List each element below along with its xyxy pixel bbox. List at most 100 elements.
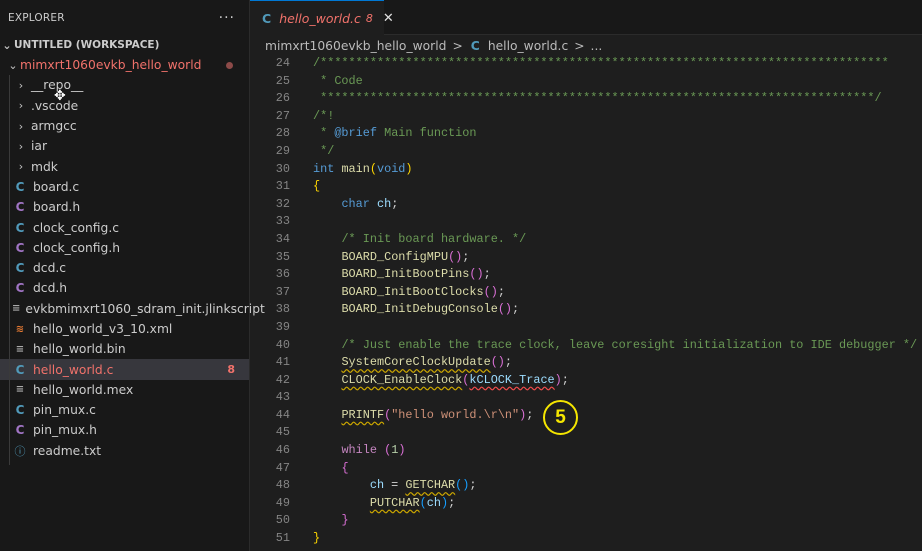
- code-token: ): [554, 372, 562, 387]
- code-token: SystemCoreClockUpdate: [341, 355, 491, 370]
- line-number: 47: [275, 460, 290, 475]
- code-token: ;: [526, 407, 534, 422]
- code-token: ): [440, 495, 449, 510]
- line-number: 35: [275, 249, 290, 264]
- tree-item[interactable]: ≡ hello_world.bin: [0, 339, 249, 359]
- code-text: int main(void): [313, 161, 413, 179]
- code-token: ****************************************…: [313, 91, 882, 106]
- code-token: (: [419, 495, 427, 510]
- line-number: 44: [275, 407, 290, 422]
- code-line: 29 */: [250, 143, 922, 161]
- code-line: 44 PRINTF("hello world.\r\n");: [250, 407, 922, 425]
- tree-item[interactable]: Chello_world.c 8: [0, 359, 249, 380]
- code-editor[interactable]: 24 /*************************************…: [250, 55, 922, 551]
- code-token: }: [313, 531, 321, 546]
- code-token: GETCHAR: [405, 478, 456, 493]
- line-number: 39: [275, 319, 290, 334]
- tree-item-label: iar: [31, 139, 48, 154]
- code-token: (): [448, 249, 463, 264]
- code-line: 50 }: [250, 512, 922, 530]
- code-text: ch = GETCHAR();: [313, 477, 477, 495]
- line-number: 46: [275, 443, 290, 458]
- tree-item[interactable]: › .vscode: [0, 96, 249, 116]
- line-number: 36: [275, 267, 290, 282]
- tree-item[interactable]: › armgcc: [0, 116, 249, 136]
- folder-root[interactable]: ⌄ mimxrt1060evkb_hello_world: [0, 55, 249, 75]
- tree-item[interactable]: Cpin_mux.c: [0, 400, 249, 420]
- line-number: 48: [275, 478, 290, 493]
- code-text: {: [313, 460, 348, 478]
- code-token: =: [384, 478, 406, 493]
- line-number: 50: [275, 513, 290, 528]
- code-text: BOARD_InitBootPins();: [313, 266, 490, 284]
- tab-problem-count: 8: [365, 11, 373, 25]
- tab-hello-world-c[interactable]: C hello_world.c 8 ✕: [250, 0, 394, 35]
- code-line: 39: [250, 319, 922, 337]
- code-line: 34 /* Init board hardware. */: [250, 231, 922, 249]
- more-actions-icon[interactable]: ···: [219, 10, 241, 26]
- breadcrumb: mimxrt1060evkb_hello_world > C hello_wor…: [265, 36, 602, 56]
- tree-item-label: hello_world.c: [33, 362, 114, 377]
- code-line: 30 int main(void): [250, 161, 922, 179]
- text-file-icon: ≡: [15, 343, 25, 355]
- code-token: (): [469, 267, 484, 282]
- code-token: void: [376, 161, 406, 176]
- code-token: ): [398, 443, 406, 458]
- line-number: 41: [275, 355, 290, 370]
- workspace-header[interactable]: ⌄ UNTITLED (WORKSPACE): [0, 35, 249, 55]
- breadcrumb-file[interactable]: hello_world.c: [488, 39, 568, 53]
- explorer-header: EXPLORER ···: [0, 0, 249, 35]
- code-token: "hello world.\r\n": [391, 407, 520, 422]
- chevron-down-icon: ⌄: [2, 38, 12, 52]
- chevron-right-icon: ›: [18, 99, 24, 113]
- line-number: 24: [275, 56, 290, 70]
- tree-item[interactable]: Cboard.c: [0, 177, 249, 197]
- tree-item[interactable]: ≡ hello_world.mex: [0, 380, 249, 400]
- tree-item-label: board.h: [33, 200, 81, 215]
- code-text: while (1): [313, 442, 405, 460]
- line-number: 49: [275, 495, 290, 510]
- code-token: ): [405, 161, 413, 176]
- code-token: ;: [391, 196, 399, 211]
- tree-item[interactable]: › iar: [0, 136, 249, 156]
- code-text: }: [313, 530, 320, 548]
- tree-item[interactable]: ≡ evkbmimxrt1060_sdram_init.jlinkscript: [0, 299, 265, 319]
- tree-item[interactable]: Cdcd.c: [0, 258, 249, 278]
- breadcrumb-folder[interactable]: mimxrt1060evkb_hello_world: [265, 39, 446, 53]
- code-token: BOARD_ConfigMPU: [341, 249, 449, 264]
- tree-item[interactable]: Cclock_config.h: [0, 238, 249, 258]
- code-token: ;: [462, 249, 470, 264]
- tree-item-label: armgcc: [31, 119, 77, 134]
- tree-item[interactable]: ≋ hello_world_v3_10.xml: [0, 319, 249, 339]
- code-token: ch: [369, 478, 385, 493]
- tree-item[interactable]: Cpin_mux.h: [0, 420, 249, 440]
- tree-item[interactable]: ⓘ readme.txt: [0, 441, 249, 461]
- tree-item-label: hello_world_v3_10.xml: [33, 322, 173, 336]
- tree-item[interactable]: › __repo__: [0, 75, 249, 95]
- code-text: /***************************************…: [313, 55, 889, 73]
- code-line: 41 SystemCoreClockUpdate();: [250, 354, 922, 372]
- code-line: 45: [250, 424, 922, 442]
- close-icon[interactable]: ✕: [383, 11, 394, 26]
- tree-item[interactable]: › mdk: [0, 156, 249, 176]
- code-token: ch: [376, 196, 392, 211]
- tree-item[interactable]: Cclock_config.c: [0, 217, 249, 237]
- chevron-right-icon: ›: [18, 119, 24, 133]
- tree-item-label: pin_mux.h: [33, 423, 97, 438]
- c-file-icon: C: [470, 39, 480, 53]
- code-token: /* Init board hardware. */: [341, 231, 527, 246]
- code-token: (): [490, 355, 505, 370]
- code-text: BOARD_InitDebugConsole();: [313, 301, 519, 319]
- chevron-right-icon: >: [574, 39, 585, 53]
- tree-item[interactable]: Cboard.h: [0, 197, 249, 217]
- code-token: ;: [561, 372, 569, 387]
- tree-item[interactable]: Cdcd.h: [0, 278, 249, 298]
- chevron-down-icon: ⌄: [8, 58, 18, 72]
- line-number: 29: [275, 143, 290, 158]
- folder-root-label: mimxrt1060evkb_hello_world: [20, 58, 202, 73]
- tree-item-label: dcd.c: [33, 261, 67, 276]
- breadcrumb-symbols[interactable]: ...: [591, 39, 603, 53]
- code-token: int: [313, 161, 342, 176]
